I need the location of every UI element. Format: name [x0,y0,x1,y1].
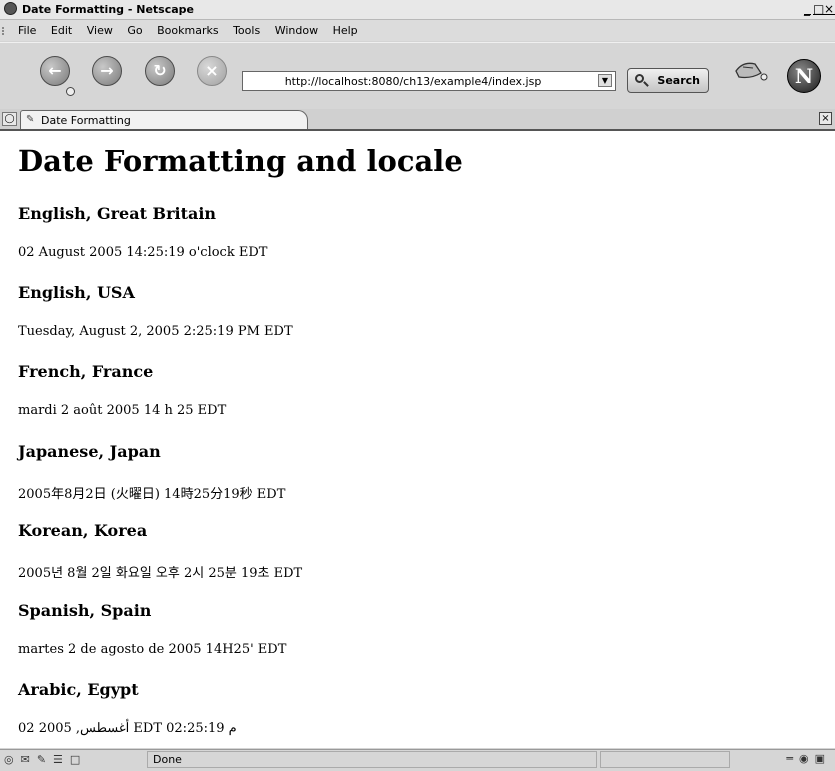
progress-bar [600,751,730,768]
cookie-icon[interactable]: ◉ [799,752,815,765]
menu-help[interactable]: Help [333,24,358,37]
menu-file[interactable]: File [18,24,36,37]
netscape-logo[interactable]: N [787,59,821,93]
forward-icon: → [100,61,114,80]
address-book-icon[interactable]: ☰ [53,753,70,766]
maximize-button[interactable]: □ [813,2,824,16]
tab-label: Date Formatting [41,114,131,127]
page-icon: ✎ [26,114,35,125]
search-button-label: Search [657,74,700,87]
formatted-date: Tuesday, August 2, 2005 2:25:19 PM EDT [18,324,293,339]
tab-bar: ◯ ✎ Date Formatting × [0,109,835,131]
formatted-date: mardi 2 août 2005 14 h 25 EDT [18,403,227,418]
window-title: Date Formatting - Netscape [22,3,195,16]
page-content: Date Formatting and locale English, Grea… [0,131,835,748]
formatted-date: 02 August 2005 14:25:19 o'clock EDT [18,245,268,260]
security-lock-icon[interactable]: ▣ [815,752,831,765]
reload-button[interactable]: ↻ [145,56,175,86]
locale-heading: French, France [18,362,154,381]
locale-heading: Arabic, Egypt [18,680,139,699]
menu-bookmarks[interactable]: Bookmarks [157,24,218,37]
menu-go[interactable]: Go [127,24,142,37]
title-bar: Date Formatting - Netscape _ □× [0,0,835,20]
mail-icon[interactable] [733,59,769,81]
forward-button[interactable]: → [92,56,122,86]
online-status-icon[interactable]: ═ [786,752,799,765]
locale-heading: Spanish, Spain [18,601,152,620]
back-button[interactable]: ← [40,56,70,86]
menu-window[interactable]: Window [275,24,318,37]
url-input[interactable] [243,72,583,90]
search-icon [635,74,644,83]
formatted-date: 2005년 8월 2일 화요일 오후 2시 25분 19초 EDT [18,566,303,581]
locale-heading: English, Great Britain [18,204,217,223]
new-tab-icon[interactable]: ◯ [2,112,17,126]
formatted-date: martes 2 de agosto de 2005 14H25' EDT [18,642,287,657]
stop-button[interactable]: × [197,56,227,86]
mail-inbox-icon[interactable]: ✉ [21,753,37,766]
window-controls: _ □× [802,2,835,16]
minimize-button[interactable]: _ [802,2,813,16]
locale-heading: Korean, Korea [18,521,148,540]
menu-edit[interactable]: Edit [51,24,72,37]
toolbar-grip-icon[interactable] [2,27,10,35]
menu-bar: File Edit View Go Bookmarks Tools Window… [0,20,835,41]
close-window-button[interactable]: × [824,2,835,16]
navigator-icon[interactable]: ◎ [4,753,21,766]
menu-tools[interactable]: Tools [233,24,260,37]
chat-icon[interactable]: □ [70,753,87,766]
url-bar[interactable]: ▼ [242,71,616,91]
page-heading: Date Formatting and locale [18,144,463,178]
reload-icon: ↻ [153,61,167,80]
status-bar: ◎✉✎☰□ Done ═◉▣ [0,749,835,771]
locale-heading: English, USA [18,283,135,302]
formatted-date: 02 أغسطس, 2005 EDT 02:25:19 م [18,721,237,736]
back-dropdown-icon[interactable] [66,87,75,96]
search-button[interactable]: Search [627,68,709,93]
menu-view[interactable]: View [87,24,113,37]
composer-icon[interactable]: ✎ [37,753,53,766]
back-icon: ← [48,61,62,80]
tab-date-formatting[interactable]: ✎ Date Formatting [20,110,308,129]
navigation-toolbar: ← → ↻ × ▼ Search N [0,42,835,110]
netscape-app-icon [4,2,17,15]
status-indicators: ═◉▣ [786,752,831,765]
url-dropdown-icon[interactable]: ▼ [598,74,612,87]
status-text: Done [147,751,597,768]
close-tab-icon[interactable]: × [819,112,832,125]
component-bar: ◎✉✎☰□ [4,753,87,766]
stop-icon: × [205,61,219,80]
formatted-date: 2005年8月2日 (火曜日) 14時25分19秒 EDT [18,487,286,502]
locale-heading: Japanese, Japan [18,442,161,461]
